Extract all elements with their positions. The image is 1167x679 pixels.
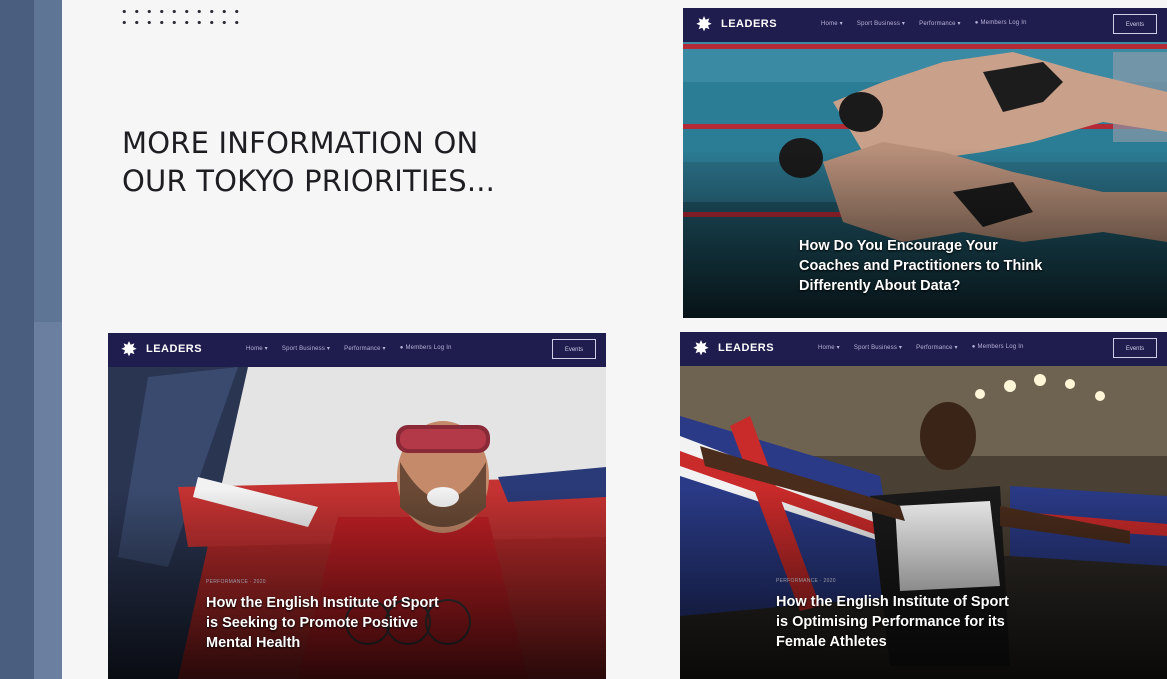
slide-side-bar-accent-lower <box>34 322 62 679</box>
site-logo-text[interactable]: LEADERS <box>718 342 774 354</box>
site-logo-text[interactable]: LEADERS <box>721 18 777 30</box>
nav-item-sport-business[interactable]: Sport Business ▾ <box>854 344 902 351</box>
site-navbar: ✸ LEADERS Home ▾ Sport Business ▾ Perfor… <box>680 332 1167 366</box>
nav-item-home[interactable]: Home ▾ <box>821 20 843 27</box>
slide-headline: MORE INFORMATION ON OUR TOKYO PRIORITIES… <box>122 126 496 198</box>
article-title[interactable]: How the English Institute of Sport is Op… <box>776 592 1009 652</box>
nav-item-performance[interactable]: Performance ▾ <box>919 20 961 27</box>
site-navbar: ✸ LEADERS Home ▾ Sport Business ▾ Perfor… <box>683 8 1167 42</box>
nav-item-sport-business[interactable]: Sport Business ▾ <box>282 345 330 352</box>
article-meta: PERFORMANCE · 2020 <box>776 578 836 584</box>
nav-menu: Home ▾ Sport Business ▾ Performance ▾ ● … <box>821 20 1027 27</box>
events-button[interactable]: Events <box>552 339 596 359</box>
slide-side-bar <box>0 0 34 679</box>
events-button[interactable]: Events <box>1113 338 1157 358</box>
nav-item-home[interactable]: Home ▾ <box>818 344 840 351</box>
article-card-female-athletes[interactable]: ✸ LEADERS Home ▾ Sport Business ▾ Perfor… <box>680 332 1167 679</box>
article-title[interactable]: How Do You Encourage Your Coaches and Pr… <box>799 236 1042 296</box>
events-button[interactable]: Events <box>1113 14 1157 34</box>
nav-item-members-login[interactable]: ● Members Log In <box>400 345 452 352</box>
article-title[interactable]: How the English Institute of Sport is Se… <box>206 593 439 653</box>
nav-item-members-login[interactable]: ● Members Log In <box>975 20 1027 27</box>
nav-item-sport-business[interactable]: Sport Business ▾ <box>857 20 905 27</box>
article-card-swimming[interactable]: ✸ LEADERS Home ▾ Sport Business ▾ Perfor… <box>683 8 1167 318</box>
site-logo-text[interactable]: LEADERS <box>146 343 202 355</box>
leaders-star-logo-icon[interactable]: ✸ <box>693 14 715 36</box>
nav-menu: Home ▾ Sport Business ▾ Performance ▾ ● … <box>246 345 452 352</box>
article-meta: PERFORMANCE · 2020 <box>206 579 266 585</box>
article-card-mental-health[interactable]: ✸ LEADERS Home ▾ Sport Business ▾ Perfor… <box>108 333 606 679</box>
decorative-dot-grid <box>118 6 242 28</box>
leaders-star-logo-icon[interactable]: ✸ <box>690 338 712 360</box>
nav-item-performance[interactable]: Performance ▾ <box>916 344 958 351</box>
nav-item-members-login[interactable]: ● Members Log In <box>972 344 1024 351</box>
nav-item-performance[interactable]: Performance ▾ <box>344 345 386 352</box>
nav-menu: Home ▾ Sport Business ▾ Performance ▾ ● … <box>818 344 1024 351</box>
leaders-star-logo-icon[interactable]: ✸ <box>118 339 140 361</box>
site-navbar: ✸ LEADERS Home ▾ Sport Business ▾ Perfor… <box>108 333 606 367</box>
nav-item-home[interactable]: Home ▾ <box>246 345 268 352</box>
